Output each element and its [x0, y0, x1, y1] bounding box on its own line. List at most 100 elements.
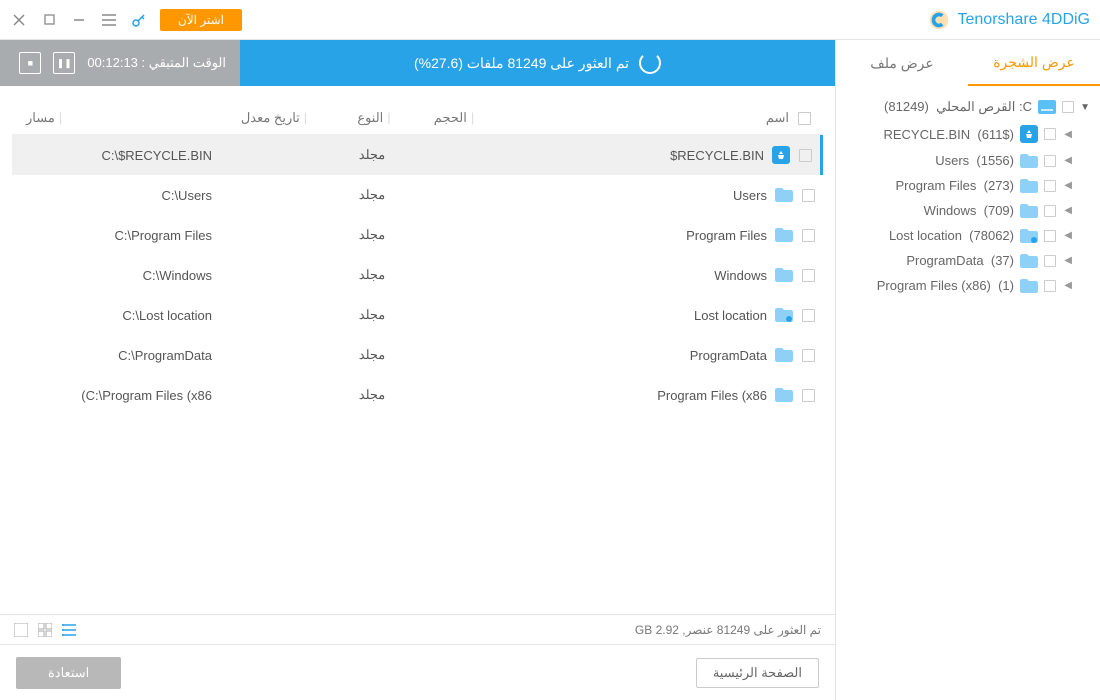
- stop-button[interactable]: ■: [19, 52, 41, 74]
- tree-label: (Windows (709: [924, 203, 1014, 218]
- scan-status: تم العثور على 81249 ملفات (27.6%): [240, 52, 835, 74]
- menu-icon[interactable]: [100, 11, 118, 29]
- pause-button[interactable]: ❚❚: [53, 52, 75, 74]
- tree-label: (Users (1556: [935, 153, 1014, 168]
- row-name: Lost location: [694, 308, 767, 323]
- folder-icon: [1020, 204, 1038, 218]
- spinner-icon: [639, 52, 661, 74]
- tree-item[interactable]: ◀ (Program Files (x86) (1: [836, 273, 1100, 298]
- table-row[interactable]: Lost locationمجلدC:\Lost location: [12, 295, 823, 335]
- row-name: RECYCLE.BIN$: [670, 148, 764, 163]
- row-checkbox[interactable]: [799, 149, 812, 162]
- row-type: مجلد: [332, 307, 412, 323]
- chevron-left-icon[interactable]: ◀: [1062, 205, 1072, 216]
- row-type: مجلد: [332, 147, 412, 163]
- tree-item[interactable]: ◀ (RECYCLE.BIN (611$: [836, 120, 1100, 148]
- maximize-icon[interactable]: [40, 11, 58, 29]
- chevron-left-icon[interactable]: ◀: [1062, 180, 1072, 191]
- tree-item[interactable]: ◀ (Lost location (78062: [836, 223, 1100, 248]
- table-row[interactable]: ProgramData مجلد C:\ProgramData: [12, 335, 823, 375]
- row-checkbox[interactable]: [802, 269, 815, 282]
- logo-icon: [928, 9, 950, 31]
- folder-icon: [775, 188, 793, 202]
- tree-item[interactable]: ◀ (Program Files (273: [836, 173, 1100, 198]
- home-button[interactable]: الصفحة الرئيسية: [696, 658, 819, 688]
- recycle-icon: [1020, 125, 1038, 143]
- chevron-left-icon[interactable]: ◀: [1062, 129, 1072, 140]
- col-size[interactable]: |الحجم: [416, 110, 496, 126]
- col-type[interactable]: |النوع: [336, 110, 416, 126]
- folder-icon: [1020, 254, 1038, 268]
- row-type: مجلد: [332, 387, 412, 403]
- folder-icon: [775, 388, 793, 402]
- close-icon[interactable]: [10, 11, 28, 29]
- folder-icon: [775, 268, 793, 282]
- row-type: مجلد: [332, 347, 412, 363]
- checkbox[interactable]: [1062, 101, 1074, 113]
- tree-label: C: القرص المحلي (81249): [884, 99, 1032, 115]
- time-remaining: الوقت المتبقي : 00:12:13 ❚❚ ■: [0, 40, 240, 86]
- chevron-left-icon[interactable]: ◀: [1062, 255, 1072, 266]
- checkbox[interactable]: [1044, 230, 1056, 242]
- tree-panel: ▼ C: القرص المحلي (81249) ◀ (RECYCLE.BIN …: [836, 86, 1100, 700]
- row-name: Windows: [714, 268, 767, 283]
- grid-view-icon[interactable]: [38, 623, 52, 637]
- checkbox[interactable]: [1044, 255, 1056, 267]
- checkbox[interactable]: [1044, 180, 1056, 192]
- row-type: مجلد: [332, 227, 412, 243]
- row-name: Program Files: [686, 228, 767, 243]
- tree-label: (RECYCLE.BIN (611$: [883, 127, 1014, 142]
- row-path: C:\ProgramData: [12, 348, 212, 363]
- tree-label: (Lost location (78062: [889, 228, 1014, 243]
- row-path: C:\Windows: [12, 268, 212, 283]
- folder-icon: [1020, 229, 1038, 243]
- row-name: ProgramData: [690, 348, 767, 363]
- table-row[interactable]: Program Files مجلد C:\Program Files: [12, 215, 823, 255]
- recover-button[interactable]: استعادة: [16, 657, 121, 689]
- minimize-icon[interactable]: [70, 11, 88, 29]
- col-name[interactable]: اسم: [496, 110, 789, 126]
- folder-icon: [775, 348, 793, 362]
- tab-tree-view[interactable]: عرض الشجرة: [968, 40, 1100, 86]
- checkbox[interactable]: [1044, 280, 1056, 292]
- folder-icon: [1020, 154, 1038, 168]
- chevron-left-icon[interactable]: ◀: [1062, 280, 1072, 291]
- row-checkbox[interactable]: [802, 229, 815, 242]
- chevron-left-icon[interactable]: ◀: [1062, 155, 1072, 166]
- detail-view-icon[interactable]: [14, 623, 28, 637]
- row-path: (C:\Program Files (x86: [12, 388, 212, 403]
- folder-icon: [1020, 179, 1038, 193]
- col-date[interactable]: |تاريخ معدل: [216, 110, 336, 126]
- list-view-icon[interactable]: [62, 623, 76, 637]
- row-checkbox[interactable]: [802, 349, 815, 362]
- tree-item[interactable]: ◀ (Users (1556: [836, 148, 1100, 173]
- key-icon[interactable]: [130, 11, 148, 29]
- recycle-icon: [772, 146, 790, 164]
- tree-item[interactable]: ◀ (Windows (709: [836, 198, 1100, 223]
- row-path: C:\Program Files: [12, 228, 212, 243]
- table-row[interactable]: WindowsمجلدC:\Windows: [12, 255, 823, 295]
- col-path[interactable]: |مسار: [16, 110, 216, 126]
- row-path: C:\$RECYCLE.BIN: [12, 148, 212, 163]
- summary-text: تم العثور على 81249 عنصر, GB 2.92: [635, 623, 821, 637]
- table-row[interactable]: UsersمجلدC:\Users: [12, 175, 823, 215]
- row-checkbox[interactable]: [802, 189, 815, 202]
- tree-label: (Program Files (x86) (1: [877, 278, 1014, 293]
- buy-button[interactable]: اشتر الآن: [160, 9, 242, 31]
- row-checkbox[interactable]: [802, 309, 815, 322]
- checkbox[interactable]: [1044, 128, 1056, 140]
- tree-root[interactable]: ▼ C: القرص المحلي (81249): [836, 94, 1100, 120]
- tab-file-view[interactable]: عرض ملف: [836, 40, 968, 86]
- row-checkbox[interactable]: [802, 389, 815, 402]
- checkbox[interactable]: [1044, 155, 1056, 167]
- table-row[interactable]: Program Files (x86مجلد(C:\Program Files …: [12, 375, 823, 415]
- chevron-left-icon[interactable]: ◀: [1062, 230, 1072, 241]
- chevron-down-icon[interactable]: ▼: [1080, 102, 1090, 113]
- tree-item[interactable]: ◀(ProgramData (37: [836, 248, 1100, 273]
- select-all-checkbox[interactable]: [798, 112, 811, 125]
- row-name: Users: [733, 188, 767, 203]
- tree-label: (Program Files (273: [896, 178, 1015, 193]
- checkbox[interactable]: [1044, 205, 1056, 217]
- table-row[interactable]: RECYCLE.BIN$ مجلد C:\$RECYCLE.BIN: [12, 135, 823, 175]
- folder-icon: [775, 228, 793, 242]
